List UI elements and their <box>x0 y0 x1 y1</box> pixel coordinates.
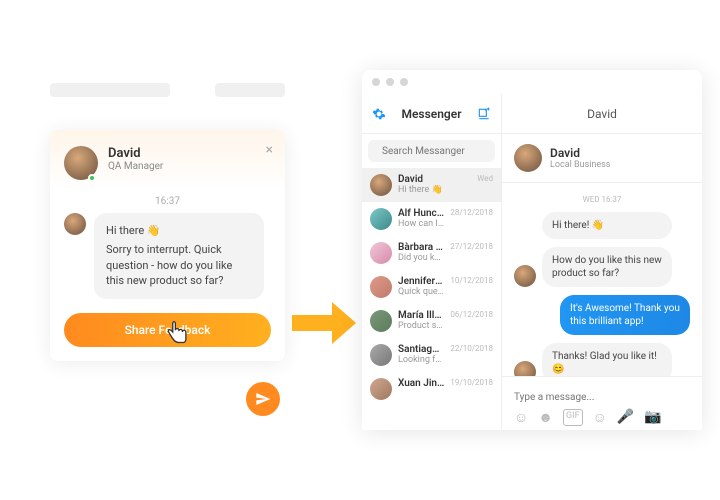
widget-greeting: Hi there 👋 <box>106 223 252 238</box>
messenger-top-bar: Messenger David <box>362 94 702 134</box>
avatar <box>514 144 542 172</box>
close-icon[interactable]: × <box>266 142 273 158</box>
sticker-icon[interactable]: ☺ <box>514 409 528 426</box>
avatar <box>370 242 392 264</box>
contact-date: 10/12/2018 <box>450 276 493 285</box>
widget-message-row: Hi there 👋 Sorry to interrupt. Quick que… <box>64 213 271 299</box>
contact-item[interactable]: Santiago...Looking for a place... 22/10/2… <box>362 338 501 372</box>
placeholder-bar <box>50 83 170 97</box>
window-traffic-lights <box>362 70 702 94</box>
cursor-hand-icon <box>164 318 192 346</box>
messenger-title: Messenger <box>401 107 461 121</box>
widget-header: David QA Manager × <box>50 130 285 190</box>
message-input[interactable] <box>514 392 690 403</box>
gif-icon[interactable]: GIF <box>563 409 583 426</box>
contact-date: 22/10/2018 <box>450 344 493 353</box>
contact-preview: Did you know that... <box>398 253 444 263</box>
contact-name: María Illes... <box>398 310 444 321</box>
contact-item[interactable]: María Illes...Product so far... 06/12/201… <box>362 304 501 338</box>
contact-preview: Quick question - how <box>398 287 444 297</box>
traffic-light-icon <box>386 78 394 86</box>
chat-header: David Local Business <box>502 134 702 183</box>
chat-bubble: Thanks! Glad you like it! 😊 <box>542 343 672 376</box>
chat-row: Thanks! Glad you like it! 😊 <box>514 343 690 376</box>
avatar <box>370 310 392 332</box>
avatar <box>370 276 392 298</box>
chat-bubble: How do you like this new product so far? <box>542 247 672 287</box>
contact-date: 19/10/2018 <box>450 378 493 387</box>
camera-icon[interactable]: 📷 <box>644 409 661 426</box>
avatar <box>514 361 536 376</box>
avatar <box>370 174 392 196</box>
contact-preview: How can I help you? <box>398 219 444 229</box>
contact-date: 27/12/2018 <box>450 242 493 251</box>
chat-peer-name: David <box>502 94 702 133</box>
chat-row: Hi there! 👋 How do you like this new prod… <box>514 212 690 287</box>
traffic-light-icon <box>400 78 408 86</box>
widget-message-text: Sorry to interrupt. Quick question - how… <box>106 242 252 288</box>
avatar <box>370 208 392 230</box>
chat-row: It's Awesome! Thank you this brilliant a… <box>514 295 690 335</box>
chat-body: WED 16:37 Hi there! 👋 How do you like thi… <box>502 183 702 376</box>
contact-item[interactable]: Bàrbara Co...Did you know that... 27/12/2… <box>362 236 501 270</box>
avatar <box>514 265 536 287</box>
contacts-panel: DavidHi there 👋 Wed Alf HuncootHow can I h… <box>362 134 502 430</box>
avatar <box>64 213 86 235</box>
widget-timestamp: 16:37 <box>64 196 271 207</box>
avatar <box>370 378 392 400</box>
chat-header-subtitle: Local Business <box>550 160 610 170</box>
search-input[interactable] <box>382 146 515 157</box>
send-button[interactable] <box>246 382 280 416</box>
contact-preview: Hi there 👋 <box>398 185 471 195</box>
widget-message-bubble: Hi there 👋 Sorry to interrupt. Quick que… <box>94 213 264 299</box>
messenger-body: DavidHi there 👋WedAlf HuncootHow can I h… <box>362 134 702 430</box>
chat-header-name: David <box>550 146 610 160</box>
contact-preview: Product so far... <box>398 321 444 331</box>
search-bar[interactable] <box>368 140 495 162</box>
messenger-window: Messenger David DavidHi there 👋WedAlf Hu… <box>362 70 702 430</box>
chat-date-label: WED 16:37 <box>514 195 690 204</box>
contact-name: Santiago... <box>398 344 444 355</box>
microphone-icon[interactable]: 🎤 <box>617 409 634 426</box>
avatar <box>370 344 392 366</box>
contact-name: Bàrbara Co... <box>398 242 444 253</box>
messenger-top-left: Messenger <box>362 94 502 133</box>
contact-date: Wed <box>477 174 493 183</box>
placeholder-bar <box>215 83 285 97</box>
compose-icon[interactable] <box>477 107 491 121</box>
chat-panel: David Local Business WED 16:37 Hi there!… <box>502 134 702 430</box>
paper-plane-icon <box>255 391 271 407</box>
chat-bubble: It's Awesome! Thank you this brilliant a… <box>560 295 690 335</box>
contact-date: 06/12/2018 <box>450 310 493 319</box>
traffic-light-icon <box>372 78 380 86</box>
contact-list[interactable]: DavidHi there 👋 Wed Alf HuncootHow can I h… <box>362 168 501 430</box>
widget-operator-role: QA Manager <box>108 161 163 172</box>
chat-input-icons: ☺ ☻ GIF ☺ 🎤 📷 <box>514 409 690 426</box>
gear-icon[interactable] <box>372 107 386 121</box>
contact-name: Xuan Jingyi <box>398 378 444 389</box>
chat-bubble: Hi there! 👋 <box>542 212 672 239</box>
attachment-icon[interactable]: ☺ <box>593 409 607 426</box>
contact-item[interactable]: DavidHi there 👋 Wed <box>362 168 501 202</box>
contact-name: David <box>398 174 471 185</box>
chat-input-area: ☺ ☻ GIF ☺ 🎤 📷 <box>502 376 702 430</box>
presence-indicator <box>88 174 96 182</box>
contact-preview: Looking for a place... <box>398 355 444 365</box>
contact-name: Jennifer Re... <box>398 276 444 287</box>
contact-date: 28/12/2018 <box>450 208 493 217</box>
emoji-icon[interactable]: ☻ <box>538 409 553 426</box>
contact-item[interactable]: Jennifer Re...Quick question - how 10/12/… <box>362 270 501 304</box>
contact-name: Alf Huncoot <box>398 208 444 219</box>
contact-item[interactable]: Alf HuncootHow can I help you? 28/12/2018 <box>362 202 501 236</box>
arrow-right-icon <box>292 300 358 346</box>
contact-item[interactable]: Xuan Jingyi 19/10/2018 <box>362 372 501 406</box>
widget-operator-name: David <box>108 146 163 161</box>
